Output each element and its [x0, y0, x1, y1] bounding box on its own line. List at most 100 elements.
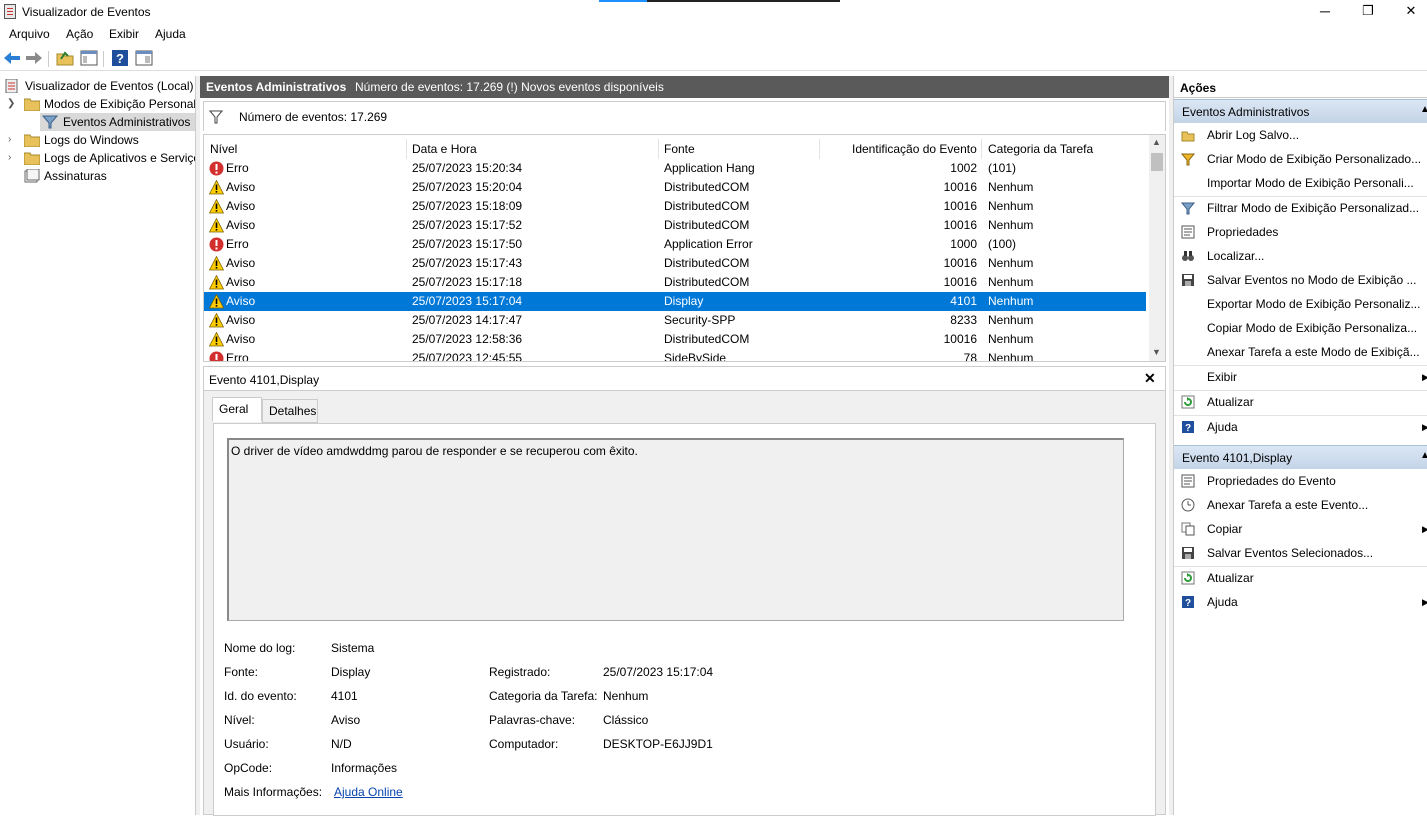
actions-section-admin-events[interactable]: Eventos Administrativos ▲: [1174, 99, 1427, 123]
table-row[interactable]: Erro 25/07/2023 12:45:55 SideBySide 78 Nenhu…: [204, 349, 1146, 361]
scroll-up-icon[interactable]: ▲: [1152, 137, 1161, 147]
action-label: Anexar Tarefa a este Modo de Exibiçã...: [1207, 345, 1420, 359]
cell-level: Aviso: [226, 294, 256, 308]
column-divider[interactable]: [658, 139, 659, 159]
column-divider[interactable]: [981, 139, 982, 159]
menu-exibir[interactable]: Exibir: [109, 27, 139, 41]
table-header: Nível Data e Hora Fonte Identificação do…: [204, 137, 1149, 159]
menu-acao[interactable]: Ação: [66, 27, 93, 41]
actions-pane: Ações Eventos Administrativos ▲ Abrir Lo…: [1173, 76, 1427, 815]
cell-level: Aviso: [226, 218, 256, 232]
action-item[interactable]: Anexar Tarefa a este Modo de Exibiçã...: [1174, 340, 1427, 364]
tree-label-app-logs: Logs de Aplicativos e Serviço: [44, 151, 196, 165]
collapse-icon[interactable]: ▲: [1420, 104, 1427, 115]
detail-title-bar: Evento 4101,Display ✕: [204, 367, 1165, 391]
back-arrow-icon[interactable]: [4, 52, 20, 64]
create-filter-icon: [1181, 153, 1195, 166]
chevron-down-icon[interactable]: ❯: [7, 95, 15, 113]
tree-item-custom-views[interactable]: ❯ Modos de Exibição Personali: [4, 95, 195, 113]
action-item[interactable]: Propriedades: [1174, 220, 1427, 244]
action-label: Importar Modo de Exibição Personali...: [1207, 176, 1414, 190]
action-item[interactable]: Filtrar Modo de Exibição Personalizad...: [1174, 196, 1427, 220]
table-row[interactable]: Aviso 25/07/2023 12:58:36 DistributedCOM 10…: [204, 330, 1146, 349]
computer-label: Computador:: [489, 737, 559, 751]
action-item[interactable]: Atualizar: [1174, 390, 1427, 414]
chevron-right-icon[interactable]: ›: [8, 131, 11, 149]
logged-value: 25/07/2023 15:17:04: [603, 665, 714, 679]
action-item[interactable]: Salvar Eventos no Modo de Exibição ...: [1174, 268, 1427, 292]
tree-label-admin-events: Eventos Administrativos: [63, 115, 191, 129]
chevron-right-icon[interactable]: ›: [8, 149, 11, 167]
tree-item-admin-events[interactable]: Eventos Administrativos: [40, 113, 195, 131]
task-category-label: Categoria da Tarefa:: [489, 689, 598, 703]
table-row[interactable]: Aviso 25/07/2023 14:17:47 Security-SPP 8233…: [204, 311, 1146, 330]
column-header-level[interactable]: Nível: [210, 142, 237, 156]
table-row[interactable]: Aviso 25/07/2023 15:17:18 DistributedCOM 10…: [204, 273, 1146, 292]
cell-level: Aviso: [226, 313, 256, 327]
column-header-task-category[interactable]: Categoria da Tarefa: [988, 142, 1093, 156]
table-row[interactable]: Erro 25/07/2023 15:17:50 Application Error…: [204, 235, 1146, 254]
refresh-icon: [1181, 571, 1195, 585]
action-item[interactable]: Anexar Tarefa a este Evento...: [1174, 493, 1427, 517]
cell-level: Aviso: [226, 180, 256, 194]
vertical-scrollbar[interactable]: ▲ ▼: [1149, 135, 1165, 361]
collapse-icon[interactable]: ▲: [1420, 450, 1427, 461]
event-description[interactable]: O driver de vídeo amdwddmg parou de resp…: [227, 438, 1124, 621]
table-row[interactable]: Aviso 25/07/2023 15:17:04 Display 4101 Nenhu…: [204, 292, 1146, 311]
table-row[interactable]: Aviso 25/07/2023 15:17:52 DistributedCOM 10…: [204, 216, 1146, 235]
column-header-event-id[interactable]: Identificação do Evento: [852, 142, 977, 156]
action-item[interactable]: Abrir Log Salvo...: [1174, 123, 1427, 147]
warning-icon: [209, 275, 224, 290]
show-hide-tree-icon[interactable]: [80, 49, 98, 67]
table-row[interactable]: Aviso 25/07/2023 15:18:09 DistributedCOM 10…: [204, 197, 1146, 216]
center-pane: Eventos Administrativos Número de evento…: [200, 76, 1169, 816]
navigation-tree: Visualizador de Eventos (Local) ❯ Modos …: [0, 76, 196, 815]
actions-title: Ações: [1180, 81, 1217, 95]
tree-item-app-logs[interactable]: › Logs de Aplicativos e Serviço: [4, 149, 196, 167]
action-item[interactable]: Salvar Eventos Selecionados...: [1174, 541, 1427, 565]
action-item[interactable]: ? Ajuda ▶: [1174, 590, 1427, 614]
action-item[interactable]: Exibir ▶: [1174, 365, 1427, 389]
tree-item-root[interactable]: Visualizador de Eventos (Local): [4, 77, 194, 95]
table-row[interactable]: Erro 25/07/2023 15:20:34 Application Hang 1…: [204, 159, 1146, 178]
table-row[interactable]: Aviso 25/07/2023 15:17:43 DistributedCOM 10…: [204, 254, 1146, 273]
help-icon[interactable]: ?: [111, 49, 129, 67]
action-item[interactable]: Exportar Modo de Exibição Personaliz...: [1174, 292, 1427, 316]
action-item[interactable]: ? Ajuda ▶: [1174, 415, 1427, 439]
action-item[interactable]: Copiar Modo de Exibição Personaliza...: [1174, 316, 1427, 340]
column-divider[interactable]: [406, 139, 407, 159]
action-item[interactable]: Localizar...: [1174, 244, 1427, 268]
maximize-button[interactable]: ❐: [1345, 0, 1391, 24]
action-item[interactable]: Copiar ▶: [1174, 517, 1427, 541]
tree-item-windows-logs[interactable]: › Logs do Windows: [4, 131, 194, 149]
action-item[interactable]: Criar Modo de Exibição Personalizado...: [1174, 147, 1427, 171]
scroll-down-icon[interactable]: ▼: [1152, 347, 1161, 357]
tree-item-subscriptions[interactable]: Assinaturas: [4, 167, 194, 185]
action-item[interactable]: Atualizar: [1174, 566, 1427, 590]
action-item[interactable]: Propriedades do Evento: [1174, 469, 1427, 493]
forward-arrow-icon[interactable]: [26, 52, 42, 64]
scroll-thumb[interactable]: [1151, 153, 1163, 171]
properties-pane-icon[interactable]: [135, 49, 153, 67]
action-item[interactable]: Importar Modo de Exibição Personali...: [1174, 171, 1427, 195]
menu-arquivo[interactable]: Arquivo: [9, 27, 50, 41]
cell-level: Erro: [226, 237, 249, 251]
open-folder-icon[interactable]: [56, 49, 74, 67]
tab-details[interactable]: Detalhes: [262, 399, 318, 423]
cell-event-id: 10016: [943, 199, 977, 213]
minimize-button[interactable]: ─: [1302, 0, 1348, 24]
detail-close-icon[interactable]: ✕: [1144, 370, 1156, 387]
properties-icon: [1181, 474, 1195, 488]
table-row[interactable]: Aviso 25/07/2023 15:20:04 DistributedCOM 10…: [204, 178, 1146, 197]
column-header-source[interactable]: Fonte: [664, 142, 695, 156]
close-button[interactable]: ✕: [1388, 0, 1427, 24]
online-help-link[interactable]: Ajuda Online: [334, 785, 403, 799]
open-folder-icon: [1181, 131, 1195, 142]
tab-general[interactable]: Geral: [212, 397, 262, 422]
user-value: N/D: [331, 737, 352, 751]
actions-section-event[interactable]: Evento 4101,Display ▲: [1174, 445, 1427, 469]
column-header-date[interactable]: Data e Hora: [412, 142, 477, 156]
menu-ajuda[interactable]: Ajuda: [155, 27, 186, 41]
error-icon: [209, 161, 224, 176]
column-divider[interactable]: [819, 139, 820, 159]
